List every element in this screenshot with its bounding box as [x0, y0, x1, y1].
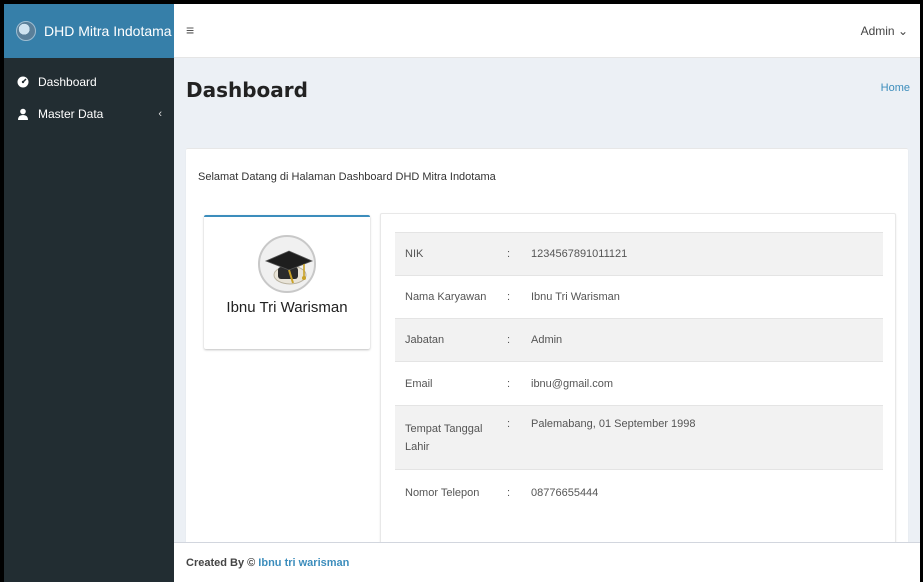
graduation-cap-icon — [258, 235, 316, 293]
brand[interactable]: DHD Mitra Indotama — [4, 4, 174, 58]
user-icon — [16, 108, 30, 120]
table-row: Email : ibnu@gmail.com — [395, 361, 883, 406]
row-label: Jabatan — [395, 318, 505, 362]
sidebar-item-dashboard[interactable]: Dashboard — [4, 66, 174, 98]
chevron-left-icon: ‹ — [158, 108, 162, 120]
profile-name: Ibnu Tri Warisman — [226, 299, 348, 316]
sidebar: DHD Mitra Indotama Dashboard Master Data… — [4, 4, 174, 582]
dashboard-box: Selamat Datang di Halaman Dashboard DHD … — [186, 148, 908, 558]
row-separator: : — [505, 361, 521, 406]
row-label: Nomor Telepon — [395, 469, 505, 516]
row-label: Tempat Tanggal Lahir — [395, 405, 505, 470]
table-row: Nama Karyawan : Ibnu Tri Warisman — [395, 275, 883, 319]
row-label: Email — [395, 361, 505, 406]
content-area: Dashboard Home Selamat Datang di Halaman… — [174, 58, 920, 582]
user-menu[interactable]: Admin ⌄ — [861, 24, 908, 38]
table-row: NIK : 1234567891011121 — [395, 232, 883, 276]
row-value: Admin — [521, 318, 883, 362]
row-label: NIK — [395, 232, 505, 276]
row-value: ibnu@gmail.com — [521, 361, 883, 406]
footer: Created By © Ibnu tri warisman — [174, 542, 920, 582]
table-row: Nomor Telepon : 08776655444 — [395, 469, 883, 516]
row-separator: : — [505, 318, 521, 362]
row-separator: : — [505, 469, 521, 516]
row-value: Ibnu Tri Warisman — [521, 275, 883, 319]
sidebar-item-master-data[interactable]: Master Data ‹ — [4, 98, 174, 130]
sidebar-item-label: Dashboard — [38, 75, 97, 89]
row-separator: : — [505, 275, 521, 319]
profile-card: Ibnu Tri Warisman — [204, 215, 370, 349]
employee-info-panel: NIK : 1234567891011121 Nama Karyawan : I… — [380, 213, 896, 553]
row-value: 1234567891011121 — [521, 232, 883, 276]
row-separator: : — [505, 232, 521, 276]
table-row: Tempat Tanggal Lahir : Palemabang, 01 Se… — [395, 405, 883, 470]
brand-name: DHD Mitra Indotama — [44, 23, 172, 39]
row-value: Palemabang, 01 September 1998 — [521, 405, 883, 470]
footer-text: Created By © Ibnu tri warisman — [186, 557, 349, 569]
app-frame: DHD Mitra Indotama Dashboard Master Data… — [4, 4, 920, 582]
footer-prefix: Created By © — [186, 557, 259, 569]
row-separator: : — [505, 405, 521, 470]
dashboard-icon — [16, 76, 30, 88]
footer-author-link[interactable]: Ibnu tri warisman — [258, 557, 349, 569]
sidebar-item-label: Master Data — [38, 107, 104, 121]
row-label: Nama Karyawan — [395, 275, 505, 319]
menu-toggle-icon[interactable]: ≡ — [186, 22, 194, 38]
table-row: Jabatan : Admin — [395, 318, 883, 362]
welcome-text: Selamat Datang di Halaman Dashboard DHD … — [198, 171, 496, 183]
row-value: 08776655444 — [521, 469, 883, 516]
top-navbar: ≡ Admin ⌄ — [174, 4, 920, 58]
employee-info-table: NIK : 1234567891011121 Nama Karyawan : I… — [395, 232, 883, 516]
page-title: Dashboard — [186, 78, 308, 102]
chevron-down-icon: ⌄ — [897, 24, 908, 38]
globe-logo-icon — [16, 21, 36, 41]
user-name: Admin — [860, 24, 895, 38]
breadcrumb-home[interactable]: Home — [881, 82, 910, 94]
